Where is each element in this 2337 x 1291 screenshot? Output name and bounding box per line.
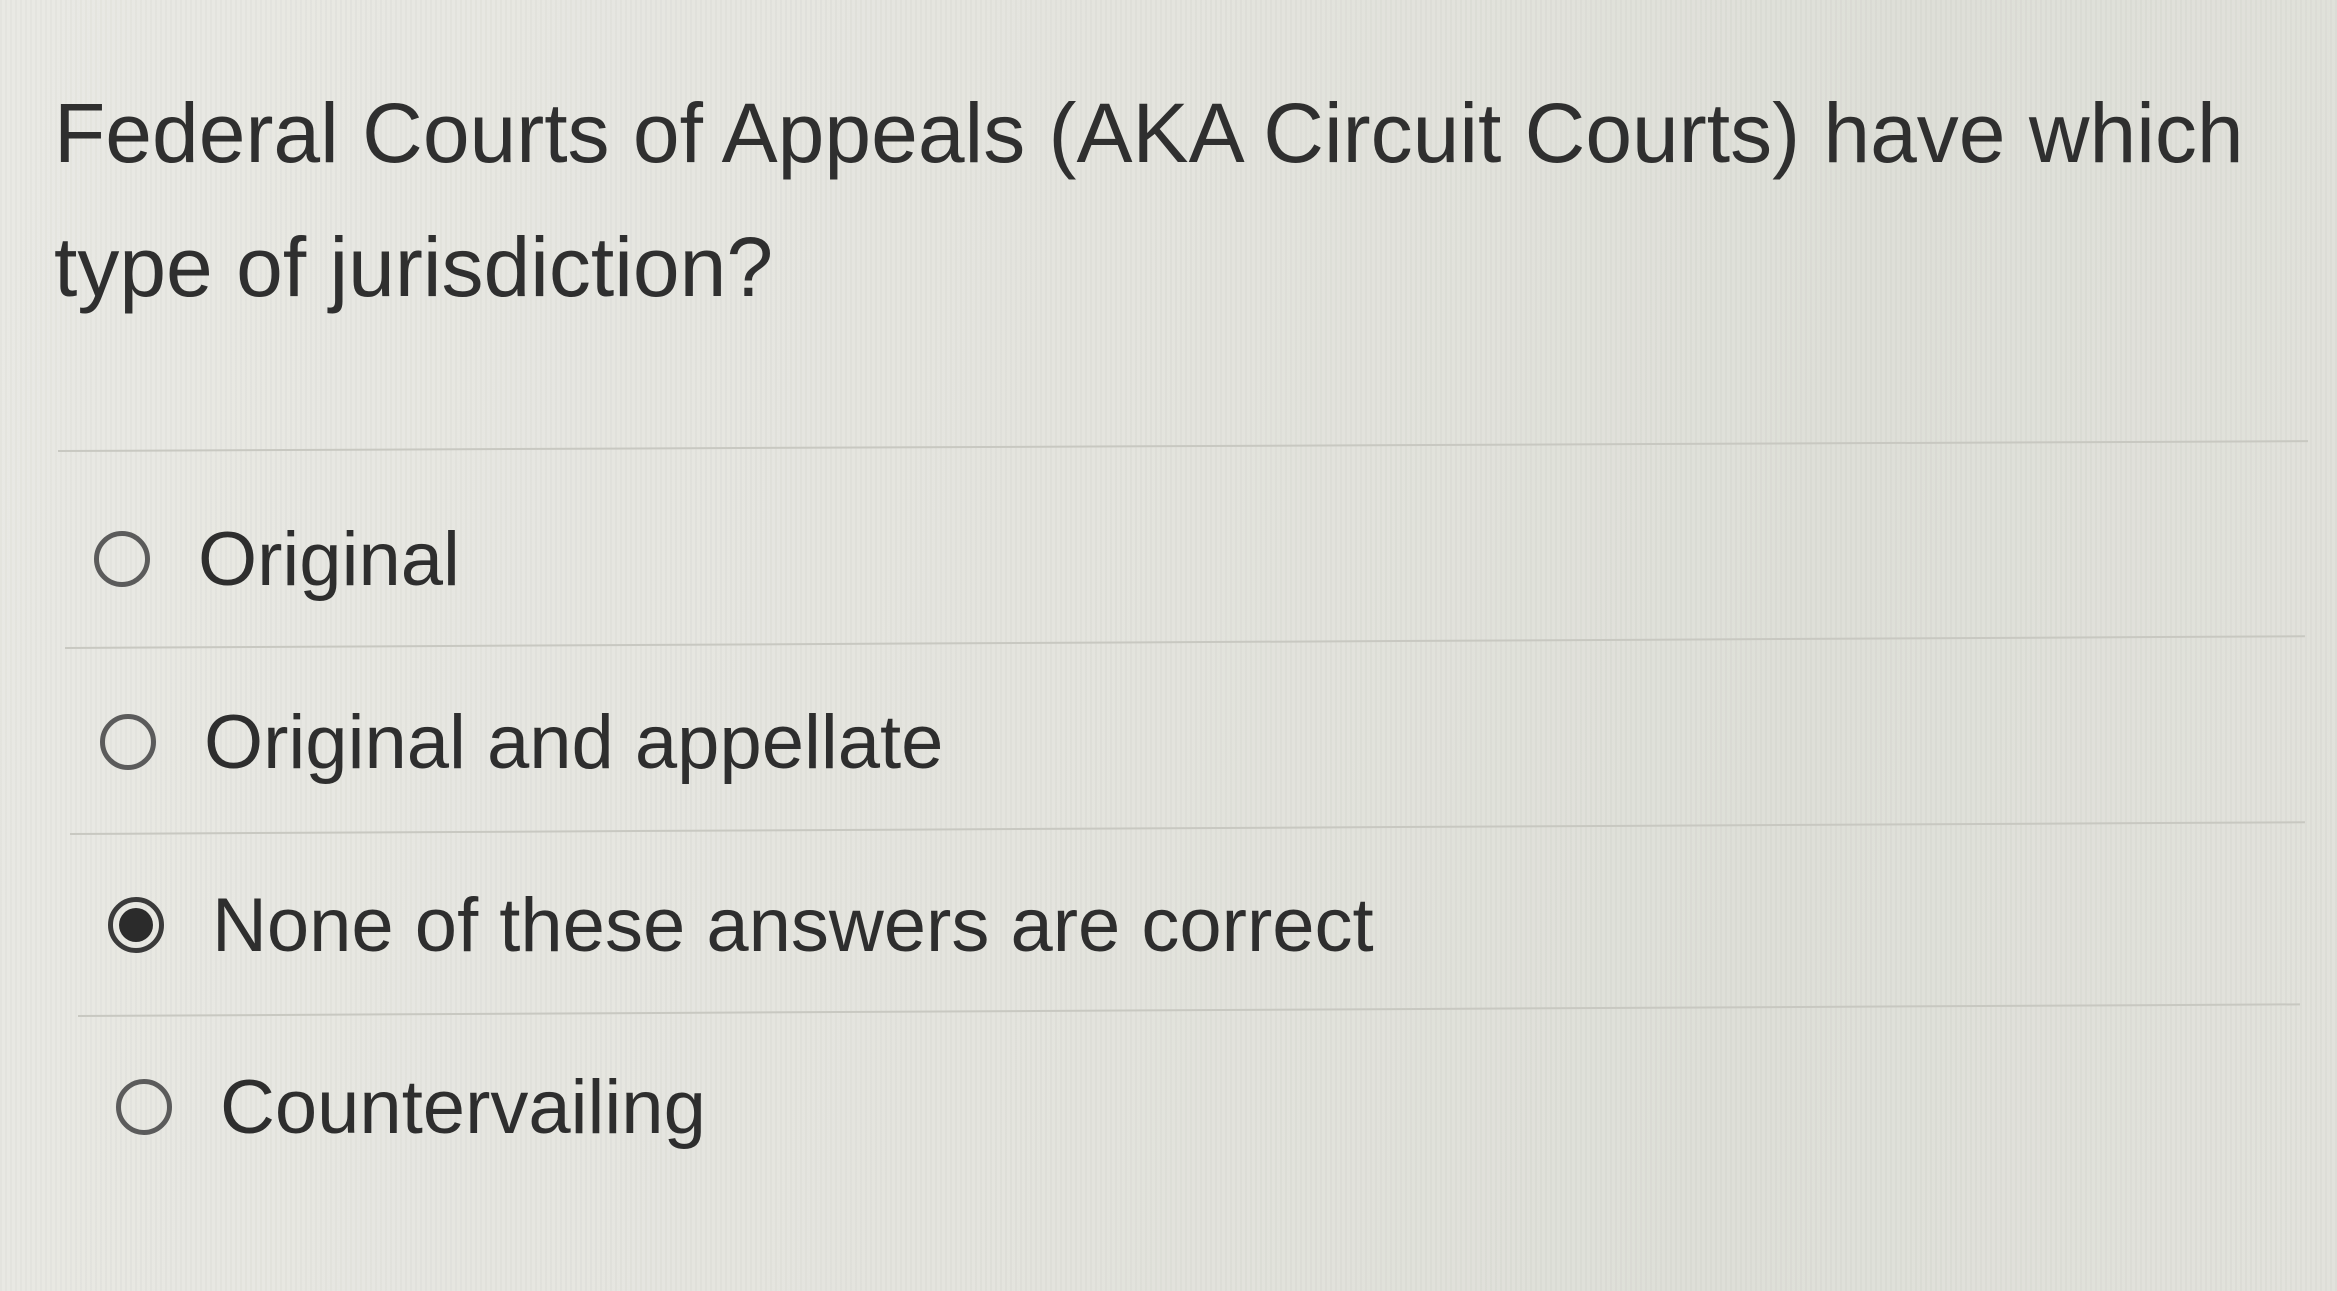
radio-button-unselected-icon[interactable] [100,714,156,770]
answer-option-original[interactable]: Original [94,514,460,604]
radio-dot-icon [119,908,153,942]
answer-label: Countervailing [220,1064,706,1150]
radio-button-unselected-icon[interactable] [94,531,150,587]
question-divider [57,440,2308,452]
answer-divider [77,1003,2300,1017]
question-text: Federal Courts of Appeals (AKA Circuit C… [54,86,2244,314]
answer-option-countervailing[interactable]: Countervailing [116,1062,706,1152]
answer-label: Original [198,516,460,602]
answer-label: None of these answers are correct [212,882,1374,968]
answer-divider [64,635,2305,649]
answer-option-none-correct[interactable]: None of these answers are correct [108,880,1374,970]
answer-divider [69,821,2305,835]
answer-option-original-and-appellate[interactable]: Original and appellate [100,697,943,787]
answer-label: Original and appellate [204,699,944,785]
radio-button-selected-icon[interactable] [108,897,164,953]
radio-button-unselected-icon[interactable] [116,1079,172,1135]
